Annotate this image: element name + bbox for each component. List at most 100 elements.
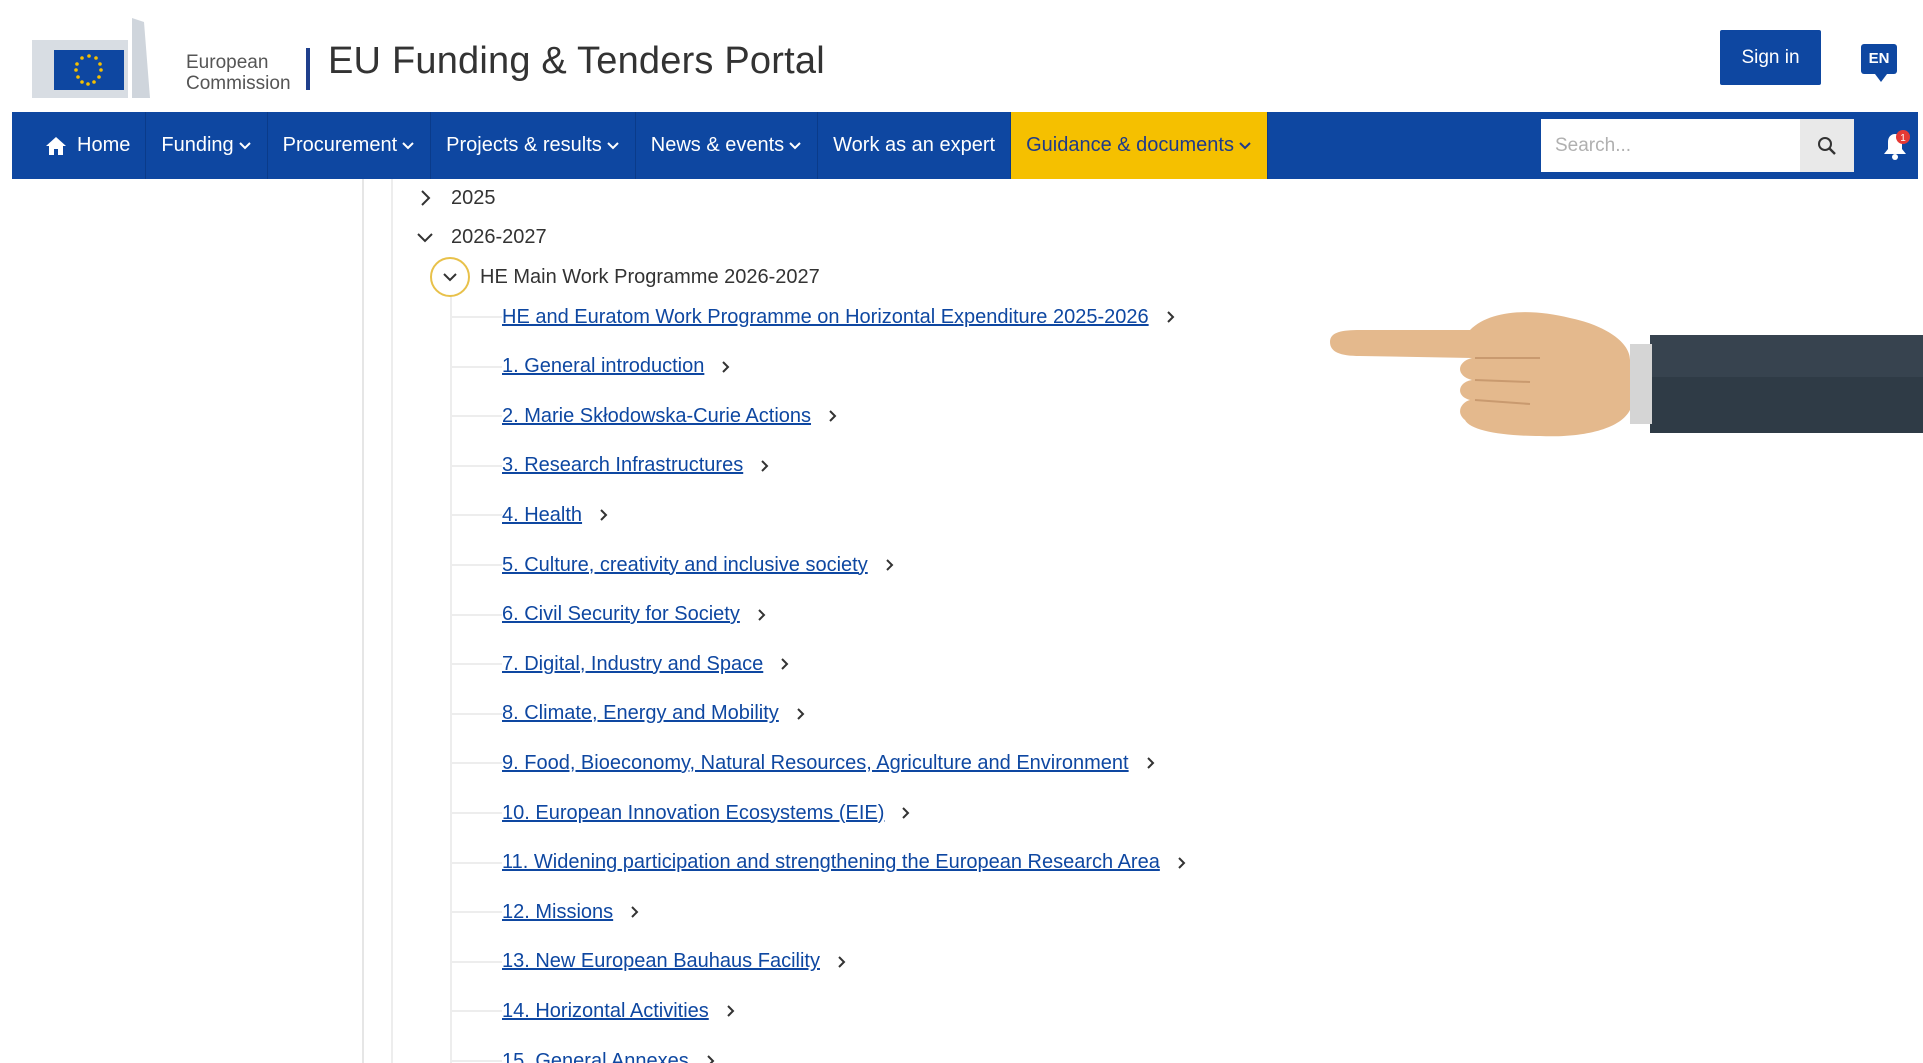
nav-guidance-documents[interactable]: Guidance & documents [1011,112,1268,179]
nav-news-label: News & events [650,134,785,156]
tree-node-label: 2025 [451,186,496,209]
pointing-hand-illustration [1330,312,1923,437]
nav-news-events[interactable]: News & events [636,112,819,179]
chevron-right-icon[interactable] [884,558,896,572]
search-button[interactable] [1800,119,1854,172]
language-selector[interactable]: EN [1861,44,1897,82]
chevron-down-icon [789,141,801,149]
portal-title[interactable]: EU Funding & Tenders Portal [328,40,825,83]
tree-guide-line [391,179,393,1063]
chevron-right-icon[interactable] [836,955,848,969]
wp-item: 3. Research Infrastructures [452,451,771,481]
chevron-right-icon[interactable] [720,360,732,374]
chevron-right-icon[interactable] [705,1054,717,1063]
chevron-right-icon [421,190,431,206]
chevron-right-icon[interactable] [1176,856,1188,870]
main-nav: Home Funding Procurement Projects & resu… [12,112,1918,179]
tree-branch-line [452,464,502,467]
notification-count: 1 [1900,133,1906,144]
tree-node-he-main[interactable]: HE Main Work Programme 2026-2027 [430,252,820,302]
tree-branch-line [452,762,502,765]
wp-item: 12. Missions [452,897,641,927]
svg-text:European: European [186,52,268,73]
he-main-toggle[interactable] [430,257,470,297]
nav-work-as-expert[interactable]: Work as an expert [818,112,1012,179]
tree-branch-line [452,861,502,864]
wp-link[interactable]: 6. Civil Security for Society [502,603,740,626]
wp-link[interactable]: 8. Climate, Energy and Mobility [502,702,779,725]
notifications-bell-icon[interactable]: 1 [1878,128,1912,162]
wp-item: 11. Widening participation and strengthe… [452,848,1188,878]
wp-link[interactable]: 14. Horizontal Activities [502,1000,709,1023]
nav-procurement-label: Procurement [282,134,398,156]
tree-branch-line [452,1010,502,1013]
nav-funding-label: Funding [161,134,234,156]
wp-link[interactable]: 1. General introduction [502,355,704,378]
wp-item: 4. Health [452,500,610,530]
wp-item: 14. Horizontal Activities [452,996,737,1026]
wp-item: 6. Civil Security for Society [452,600,768,630]
chevron-down-icon [1239,141,1251,149]
wp-link[interactable]: 12. Missions [502,901,613,924]
wp-link[interactable]: 2. Marie Skłodowska-Curie Actions [502,405,811,428]
svg-text:Commission: Commission [186,73,291,94]
site-header: European Commission EU Funding & Tenders… [0,0,1923,112]
nav-home[interactable]: Home [12,112,147,179]
tree-branch-line [452,911,502,914]
tree-branch-line [452,663,502,666]
chevron-right-icon[interactable] [827,409,839,423]
tree-branch-line [452,812,502,814]
page: European Commission EU Funding & Tenders… [0,0,1923,1063]
european-commission-logo[interactable]: European Commission [32,18,302,98]
tree-branch-line [452,1060,502,1062]
wp-link[interactable]: 7. Digital, Industry and Space [502,653,763,676]
chevron-right-icon[interactable] [900,806,912,820]
tree-node-label: 2026-2027 [451,225,547,248]
wp-link[interactable]: 3. Research Infrastructures [502,454,743,477]
wp-link[interactable]: HE and Euratom Work Programme on Horizon… [502,306,1149,329]
chevron-right-icon[interactable] [759,459,771,473]
tree-node-2026-2027[interactable]: 2026-2027 [413,222,547,252]
wp-item: 8. Climate, Energy and Mobility [452,699,807,729]
wp-item: 5. Culture, creativity and inclusive soc… [452,550,896,580]
sign-in-button[interactable]: Sign in [1720,30,1821,85]
tree-branch-line [452,564,502,566]
search-icon [1818,136,1836,155]
wp-link[interactable]: 11. Widening participation and strengthe… [502,851,1160,874]
wp-item: 9. Food, Bioeconomy, Natural Resources, … [452,748,1157,778]
chevron-right-icon[interactable] [1145,756,1157,770]
title-divider [306,48,310,90]
chevron-down-icon [238,141,251,149]
search-input[interactable] [1541,119,1800,172]
chevron-right-icon[interactable] [795,707,807,721]
nav-guidance-label: Guidance & documents [1026,134,1234,156]
wp-link[interactable]: 4. Health [502,504,582,527]
wp-link[interactable]: 13. New European Bauhaus Facility [502,950,820,973]
wp-item: 13. New European Bauhaus Facility [452,947,848,977]
nav-projects-label: Projects & results [446,134,602,156]
wp-link[interactable]: 9. Food, Bioeconomy, Natural Resources, … [502,752,1129,775]
wp-item: HE and Euratom Work Programme on Horizon… [452,302,1177,332]
tree-branch-line [452,514,502,517]
chevron-right-icon[interactable] [598,508,610,522]
nav-procurement[interactable]: Procurement [268,112,432,179]
chevron-right-icon[interactable] [1165,310,1177,324]
nav-funding[interactable]: Funding [146,112,268,179]
wp-link[interactable]: 5. Culture, creativity and inclusive soc… [502,554,868,577]
chevron-right-icon[interactable] [779,657,791,671]
chevron-down-icon [417,233,433,243]
wp-item: 15. General Annexes [452,1046,717,1063]
chevron-down-icon [402,141,414,149]
home-icon [46,136,66,155]
tree-node-2025[interactable]: 2025 [413,183,496,213]
wp-item: 10. European Innovation Ecosystems (EIE) [452,798,912,828]
chevron-right-icon[interactable] [629,905,641,919]
tree-branch-line [452,415,502,418]
sidebar-divider [362,179,364,1063]
wp-link[interactable]: 15. General Annexes [502,1050,689,1063]
wp-link[interactable]: 10. European Innovation Ecosystems (EIE) [502,802,884,825]
chevron-right-icon[interactable] [725,1004,737,1018]
nav-projects-results[interactable]: Projects & results [431,112,636,179]
chevron-right-icon[interactable] [756,608,768,622]
tree-branch-line [452,365,502,368]
